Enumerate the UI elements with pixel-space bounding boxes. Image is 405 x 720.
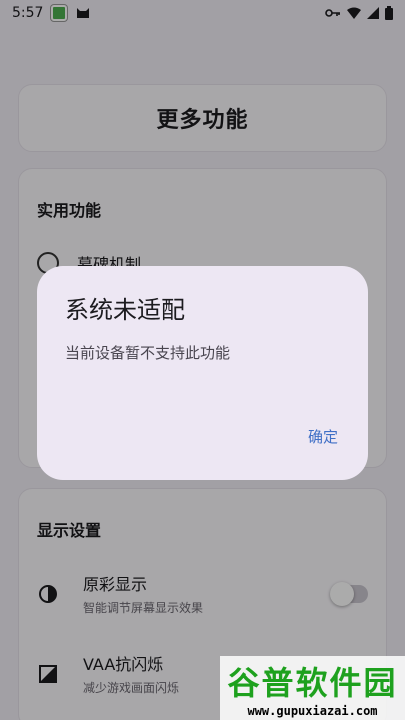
confirm-button[interactable]: 确定	[308, 426, 338, 447]
watermark-brand: 谷普软件园	[227, 664, 398, 702]
dialog-title: 系统未适配	[65, 296, 185, 324]
watermark-url: www.gupuxiazai.com	[247, 704, 378, 718]
alert-dialog: 系统未适配 当前设备暂不支持此功能 确定	[37, 266, 368, 480]
watermark: 谷普软件园 www.gupuxiazai.com	[220, 656, 405, 720]
dialog-message: 当前设备暂不支持此功能	[65, 344, 231, 362]
